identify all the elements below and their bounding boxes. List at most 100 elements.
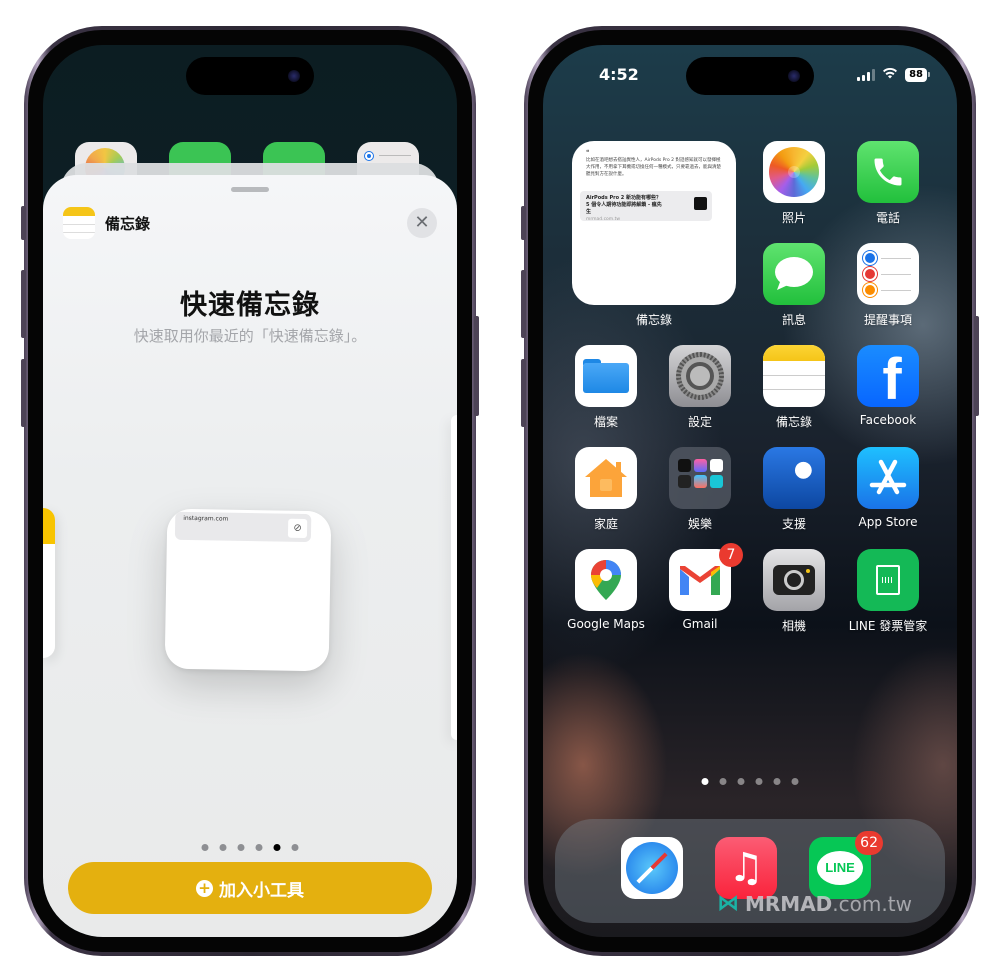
- app-label: 照片: [781, 211, 806, 225]
- app-label: App Store: [858, 515, 918, 529]
- volume-up-button: [521, 270, 526, 338]
- widget-page-indicator[interactable]: [201, 844, 299, 851]
- page-dot[interactable]: [791, 778, 799, 785]
- watermark-brand: MRMAD: [745, 891, 833, 916]
- action-button: [21, 206, 26, 240]
- safari-compass-icon: [621, 837, 683, 899]
- sheet-grabber[interactable]: [231, 187, 269, 192]
- page-dot[interactable]: [737, 778, 745, 785]
- notes-widget[interactable]: ❝ 比如在酒吧想去搭訕異性人，AirPods Pro 2 對話感知就可以發揮極大…: [572, 141, 736, 305]
- widget-sheet: 備忘錄 ✕ 快速備忘錄 快速取用你最近的「快速備忘錄」。 instagram.c…: [43, 175, 457, 937]
- notification-badge: 7: [719, 543, 743, 567]
- cellular-signal-icon: [857, 69, 876, 81]
- front-camera: [288, 70, 300, 82]
- widget-description: 快速取用你最近的「快速備忘錄」。: [133, 327, 367, 345]
- app-line-invoice[interactable]: LINE 發票管家: [848, 549, 928, 634]
- page-dot[interactable]: [255, 844, 263, 851]
- line-invoice-receipt-icon: [857, 549, 919, 611]
- app-reminders[interactable]: 提醒事項: [848, 243, 928, 328]
- dock-app-music[interactable]: ♫: [706, 837, 786, 899]
- widget-gallery-screen: 備忘錄 ✕ 快速備忘錄 快速取用你最近的「快速備忘錄」。 instagram.c…: [43, 45, 457, 937]
- app-gmail[interactable]: 7 Gmail: [660, 543, 743, 631]
- messages-icon: [763, 243, 825, 305]
- link-title: AirPods Pro 2 新功能有哪些？5 個令人期待功能即將解鎖 - 瘋先生: [586, 195, 662, 215]
- link-preview: instagram.com ⊘: [174, 511, 312, 543]
- app-label: 相機: [781, 619, 806, 633]
- right-phone-frame: 4:52 88 ❝ 比如在酒吧想去搭訕異性人，AirPods Pro 2 對話感…: [521, 26, 979, 956]
- action-button: [521, 206, 526, 240]
- app-google-maps[interactable]: Google Maps: [566, 549, 646, 631]
- dock-app-line[interactable]: LINE 62: [800, 831, 883, 899]
- wifi-icon: [882, 67, 898, 83]
- page-dot-active[interactable]: [701, 778, 709, 785]
- page-dot[interactable]: [219, 844, 227, 851]
- app-label: LINE 發票管家: [848, 619, 928, 633]
- app-settings[interactable]: 設定: [660, 345, 740, 430]
- page-dot[interactable]: [237, 844, 245, 851]
- app-label: 家庭: [593, 517, 618, 531]
- app-phone[interactable]: 電話: [848, 141, 928, 226]
- app-label: 設定: [687, 415, 712, 429]
- photos-icon: [763, 141, 825, 203]
- camera-icon: [763, 549, 825, 611]
- page-dot-active[interactable]: [273, 844, 281, 851]
- google-maps-pin-icon: [575, 549, 637, 611]
- page-dot[interactable]: [755, 778, 763, 785]
- app-messages[interactable]: 訊息: [754, 243, 834, 328]
- files-folder-icon: [575, 345, 637, 407]
- volume-up-button: [21, 270, 26, 338]
- reminders-icon: [857, 243, 919, 305]
- app-photos[interactable]: 照片: [754, 141, 834, 226]
- app-notes[interactable]: 備忘錄: [754, 345, 834, 430]
- app-home[interactable]: 家庭: [566, 447, 646, 532]
- clock: 4:52: [599, 65, 639, 84]
- add-widget-button[interactable]: + 加入小工具: [68, 862, 432, 914]
- home-screen: 4:52 88 ❝ 比如在酒吧想去搭訕異性人，AirPods Pro 2 對話感…: [543, 45, 957, 937]
- page-dot[interactable]: [201, 844, 209, 851]
- app-label: Facebook: [859, 413, 917, 427]
- next-widget-preview[interactable]: [451, 415, 457, 740]
- app-folder-entertainment[interactable]: 娛樂: [660, 447, 740, 532]
- widget-title: 快速備忘錄: [180, 290, 320, 321]
- page-dot[interactable]: [291, 844, 299, 851]
- app-label: 訊息: [781, 313, 806, 327]
- previous-widget-preview[interactable]: [43, 508, 55, 658]
- home-house-icon: [575, 447, 637, 509]
- page-dot[interactable]: [719, 778, 727, 785]
- mrmad-logo-icon: ⋈: [717, 891, 739, 916]
- note-link-preview[interactable]: AirPods Pro 2 新功能有哪些？5 個令人期待功能即將解鎖 - 瘋先生…: [580, 191, 712, 222]
- left-phone-frame: 備忘錄 ✕ 快速備忘錄 快速取用你最近的「快速備忘錄」。 instagram.c…: [21, 26, 479, 956]
- sheet-header: 備忘錄: [63, 207, 150, 239]
- link-thumbnail: [694, 197, 707, 210]
- app-camera[interactable]: 相機: [754, 549, 834, 634]
- page-dot[interactable]: [773, 778, 781, 785]
- add-widget-label: 加入小工具: [219, 880, 304, 901]
- folder-icon: [669, 447, 731, 509]
- notification-badge: 62: [855, 831, 883, 855]
- notes-widget-label: 備忘錄: [635, 313, 672, 327]
- app-support[interactable]: ● 支援: [754, 447, 834, 532]
- app-label: 備忘錄: [775, 415, 812, 429]
- app-facebook[interactable]: f Facebook: [848, 345, 928, 427]
- volume-down-button: [521, 359, 526, 427]
- link-url: mrmad.com.tw: [586, 217, 621, 222]
- app-app-store[interactable]: App Store: [848, 447, 928, 529]
- watermark: ⋈ MRMAD .com.tw: [717, 891, 912, 916]
- compass-icon: ⊘: [287, 518, 308, 539]
- close-button[interactable]: ✕: [407, 208, 437, 238]
- close-icon: ✕: [414, 212, 430, 233]
- settings-gear-icon: [669, 345, 731, 407]
- dock-app-safari[interactable]: [612, 837, 692, 899]
- app-label: 檔案: [593, 415, 618, 429]
- apple-support-icon: ●: [763, 447, 825, 509]
- power-button: [974, 316, 979, 416]
- home-page-indicator[interactable]: [701, 778, 799, 785]
- plus-circle-icon: +: [196, 879, 213, 897]
- app-label: Google Maps: [567, 617, 645, 631]
- quick-note-widget-preview[interactable]: instagram.com ⊘: [164, 508, 332, 672]
- app-label: 提醒事項: [863, 313, 912, 327]
- notes-icon: [763, 345, 825, 407]
- app-files[interactable]: 檔案: [566, 345, 646, 430]
- phone-icon: [857, 141, 919, 203]
- app-label: 娛樂: [687, 517, 712, 531]
